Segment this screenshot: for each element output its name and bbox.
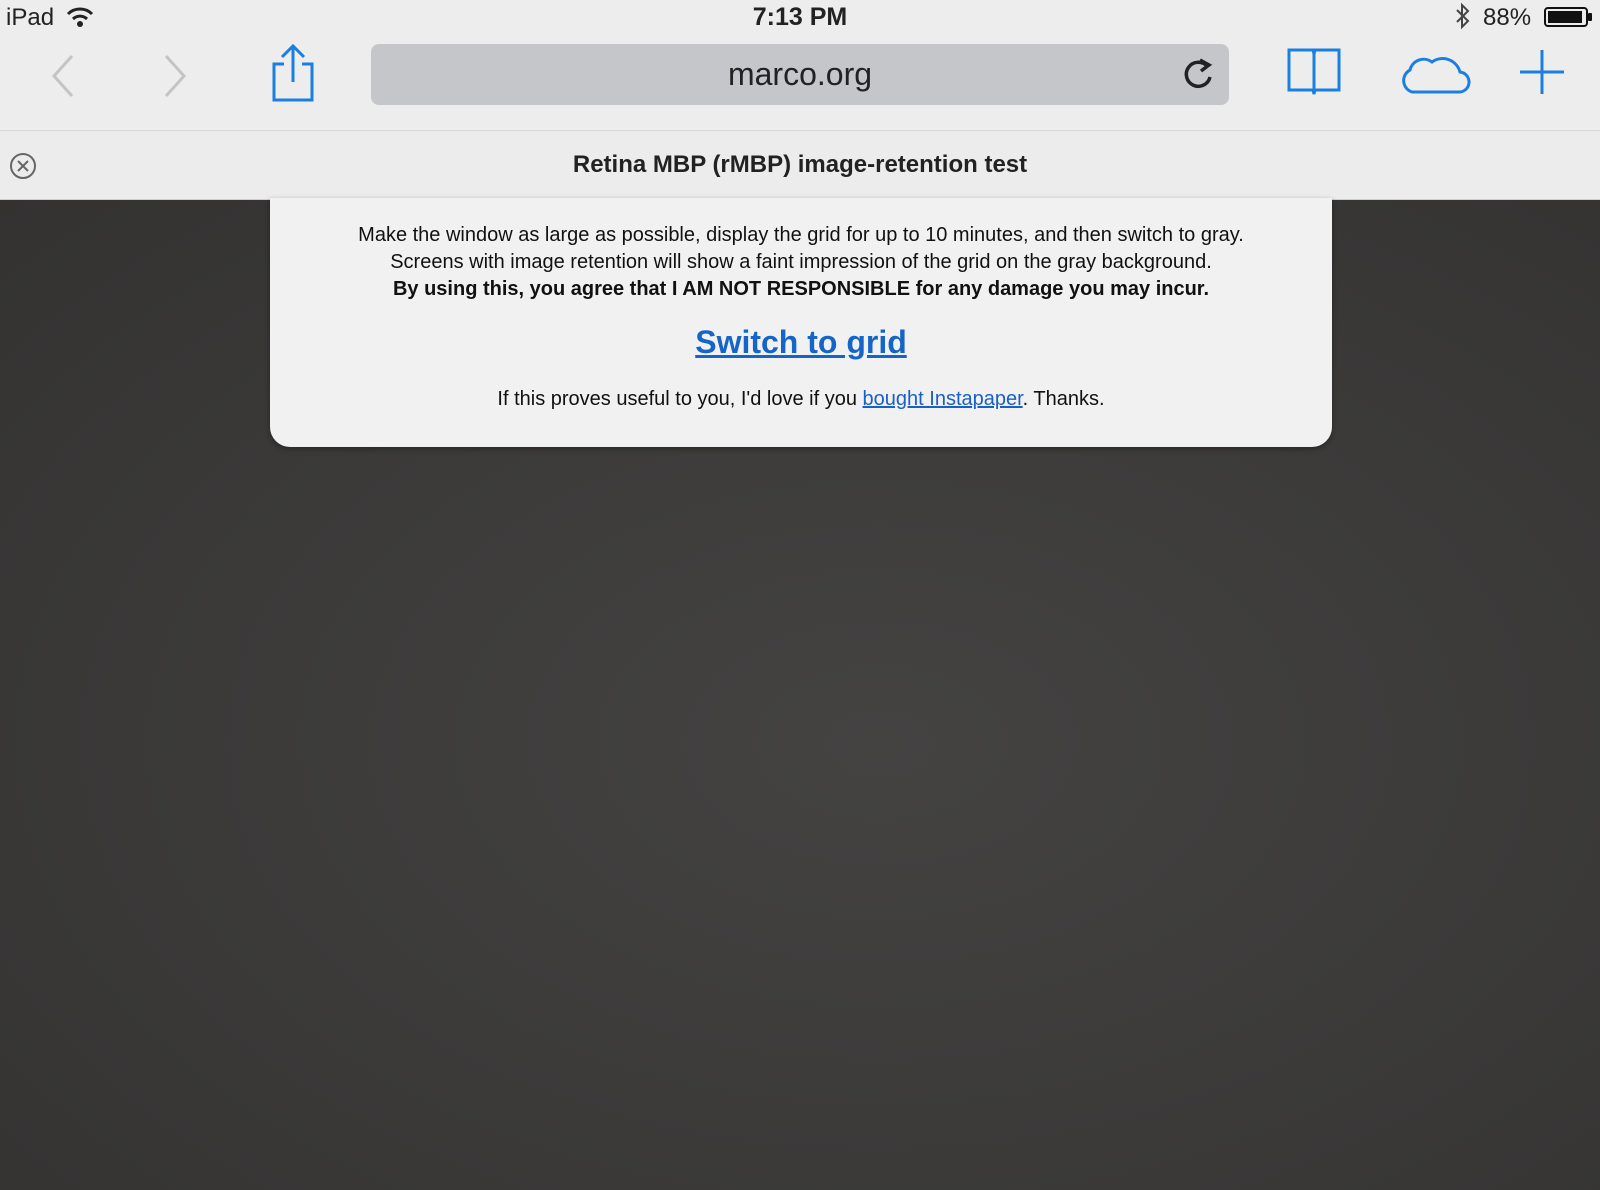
tab-title[interactable]: Retina MBP (rMBP) image-retention test [0, 151, 1600, 179]
tab-bar: Retina MBP (rMBP) image-retention test [0, 130, 1600, 200]
bookmarks-icon [1287, 48, 1341, 95]
cloud-icon [1402, 57, 1471, 94]
forward-chevron-icon [164, 54, 187, 98]
info-card: Make the window as large as possible, di… [270, 198, 1332, 447]
forward-button[interactable] [160, 54, 190, 103]
reload-icon [1184, 58, 1213, 89]
thanks-text: If this proves useful to you, I'd love i… [270, 388, 1332, 411]
url-text: marco.org [727, 56, 873, 92]
instruction-text: Make the window as large as possible, di… [358, 224, 1244, 246]
clock: 7:13 PM [752, 3, 848, 31]
bluetooth-icon [1454, 2, 1472, 35]
share-icon [272, 43, 314, 102]
address-bar[interactable]: marco.org [371, 44, 1229, 105]
instapaper-link[interactable]: bought Instapaper [863, 388, 1023, 410]
thanks-prefix: If this proves useful to you, I'd love i… [497, 388, 863, 410]
back-chevron-icon [51, 54, 74, 98]
new-tab-button[interactable] [1518, 48, 1566, 101]
switch-to-grid-link[interactable]: Switch to grid [270, 324, 1332, 361]
browser-toolbar: marco.org [0, 34, 1600, 130]
status-bar: iPad 7:13 PM 88% [0, 0, 1600, 34]
plus-icon [1520, 50, 1564, 94]
reload-button[interactable] [1181, 56, 1215, 97]
instruction-text-secondary: Screens with image retention will show a… [390, 251, 1212, 273]
battery-percentage: 88% [1483, 4, 1532, 31]
disclaimer-text: By using this, you agree that I AM NOT R… [392, 278, 1210, 300]
thanks-suffix: . Thanks. [1022, 388, 1105, 410]
icloud-tabs-button[interactable] [1396, 50, 1472, 101]
back-button[interactable] [48, 54, 78, 103]
battery-icon [1544, 6, 1594, 33]
bookmarks-button[interactable] [1286, 46, 1342, 103]
share-button[interactable] [270, 43, 316, 107]
